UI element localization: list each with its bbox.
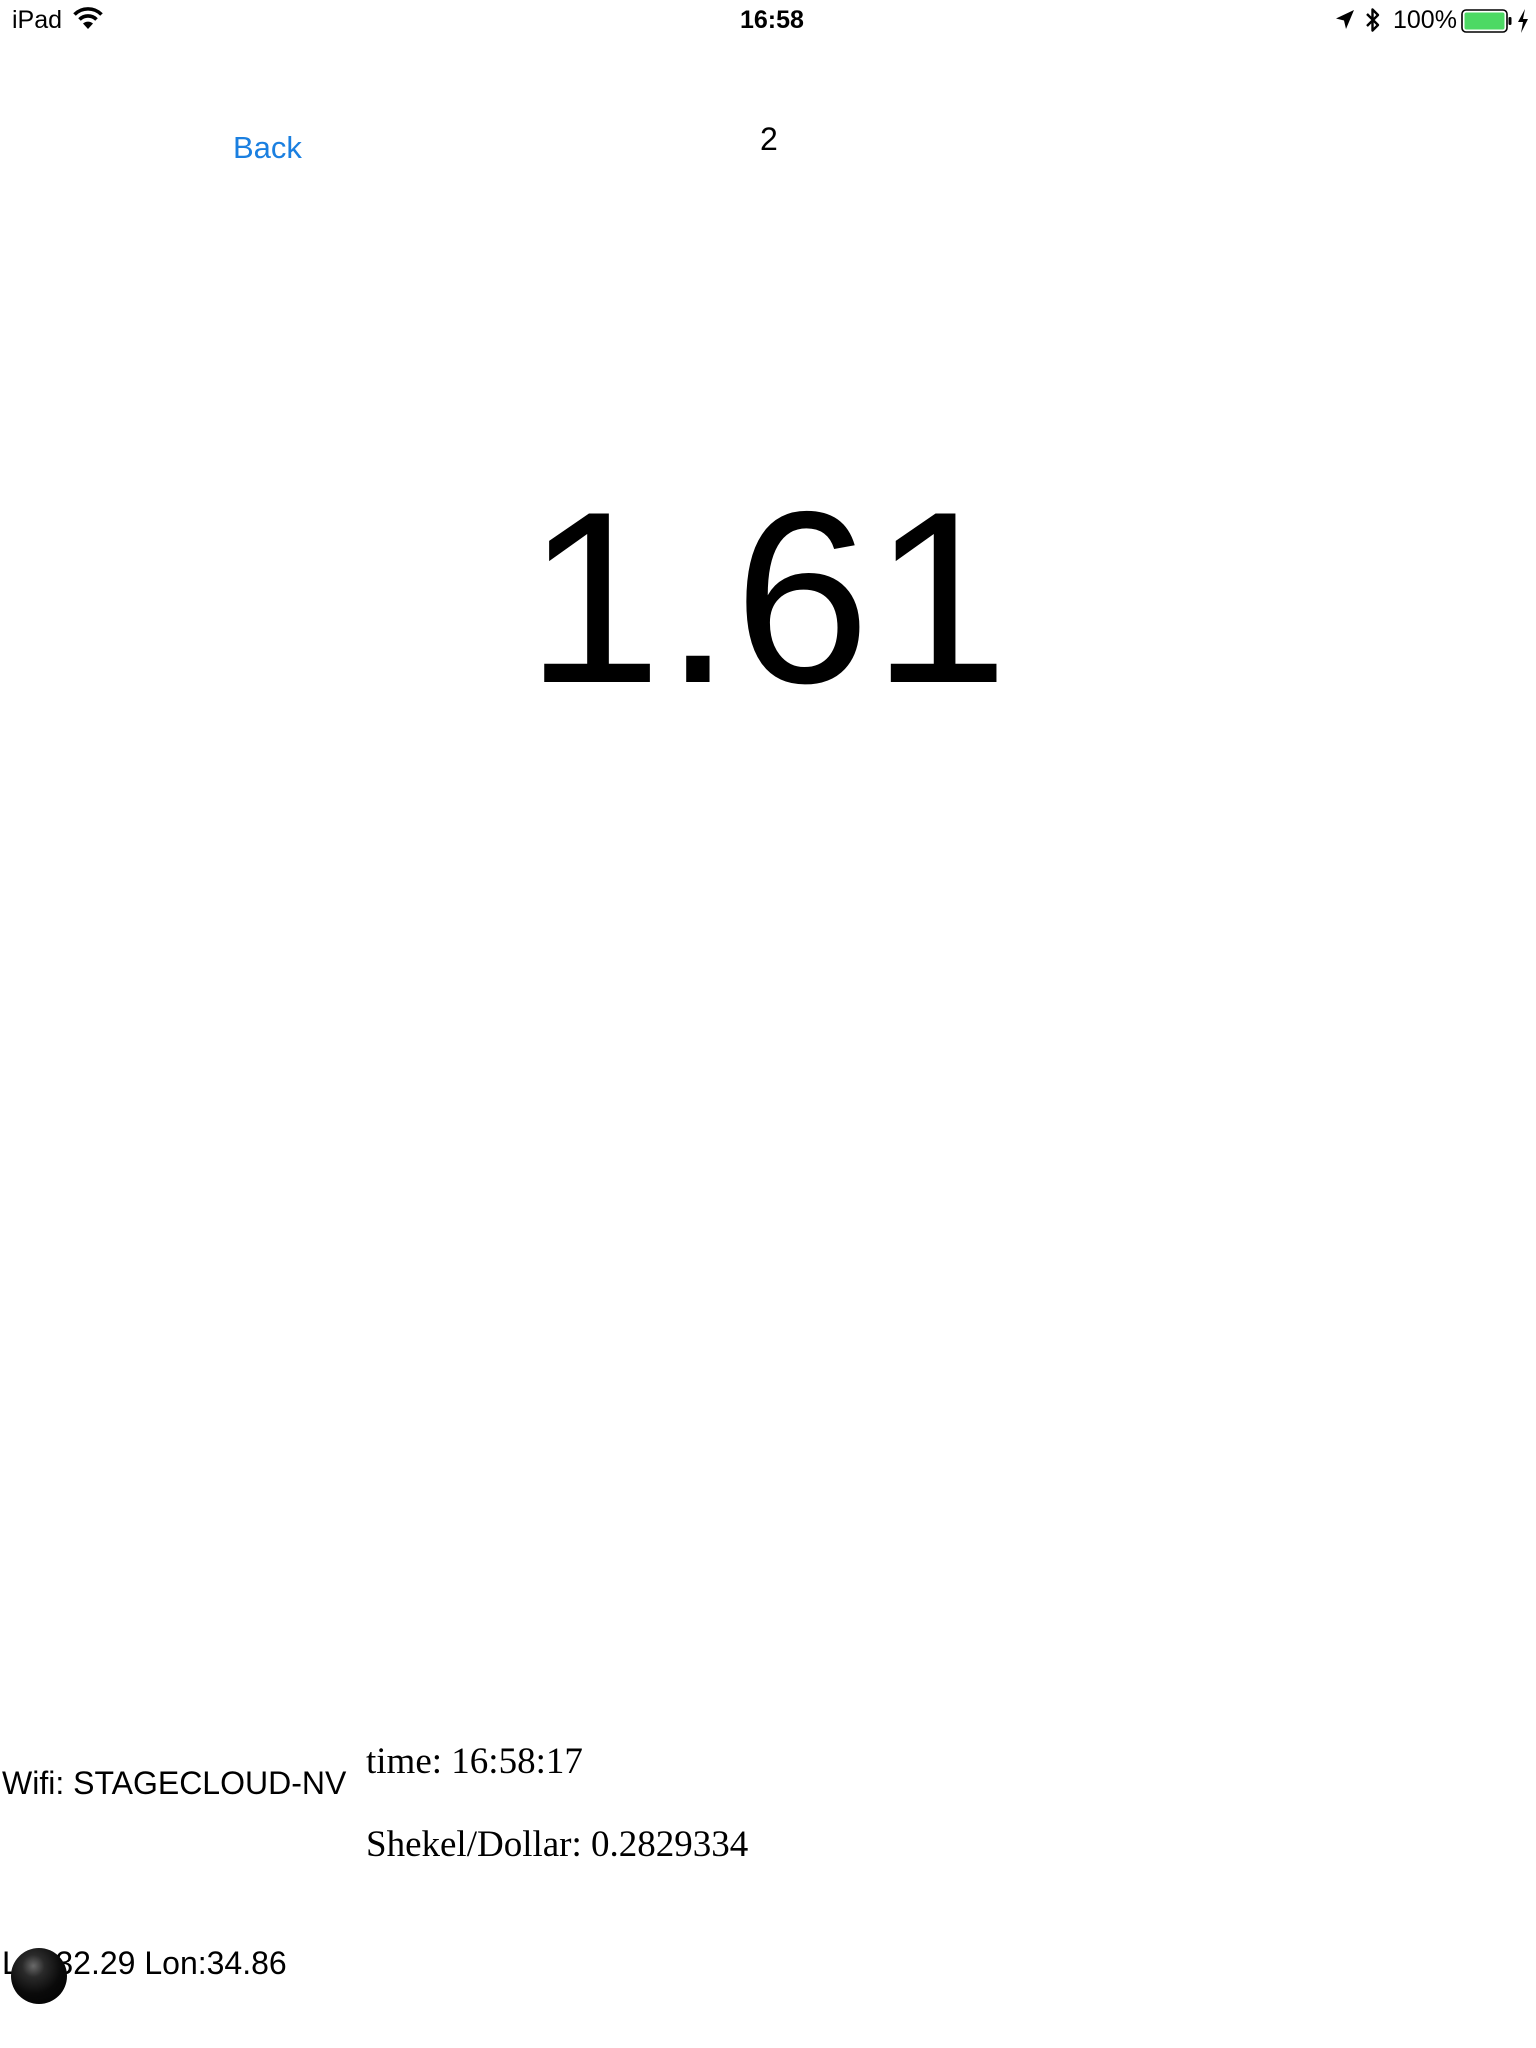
bluetooth-icon	[1366, 8, 1380, 32]
status-bar: iPad 16:58 100%	[0, 0, 1536, 40]
battery-percent: 100%	[1393, 6, 1457, 34]
exchange-rate-label: Shekel/Dollar: 0.2829334	[366, 1824, 749, 1865]
device-name: iPad	[12, 6, 63, 34]
wifi-network-label: Wifi: STAGECLOUD-NV	[2, 1765, 347, 1801]
time-label: time: 16:58:17	[366, 1741, 583, 1782]
status-time: 16:58	[740, 6, 804, 34]
main-value: 1.61	[525, 460, 1011, 734]
location-arrow-icon	[1336, 10, 1354, 29]
battery-icon	[1461, 9, 1512, 33]
back-button[interactable]: Back	[233, 130, 302, 166]
black-ball-icon[interactable]	[11, 1948, 67, 2004]
wifi-icon	[73, 7, 103, 29]
page-number: 2	[760, 121, 778, 157]
charging-bolt-icon	[1518, 9, 1528, 33]
